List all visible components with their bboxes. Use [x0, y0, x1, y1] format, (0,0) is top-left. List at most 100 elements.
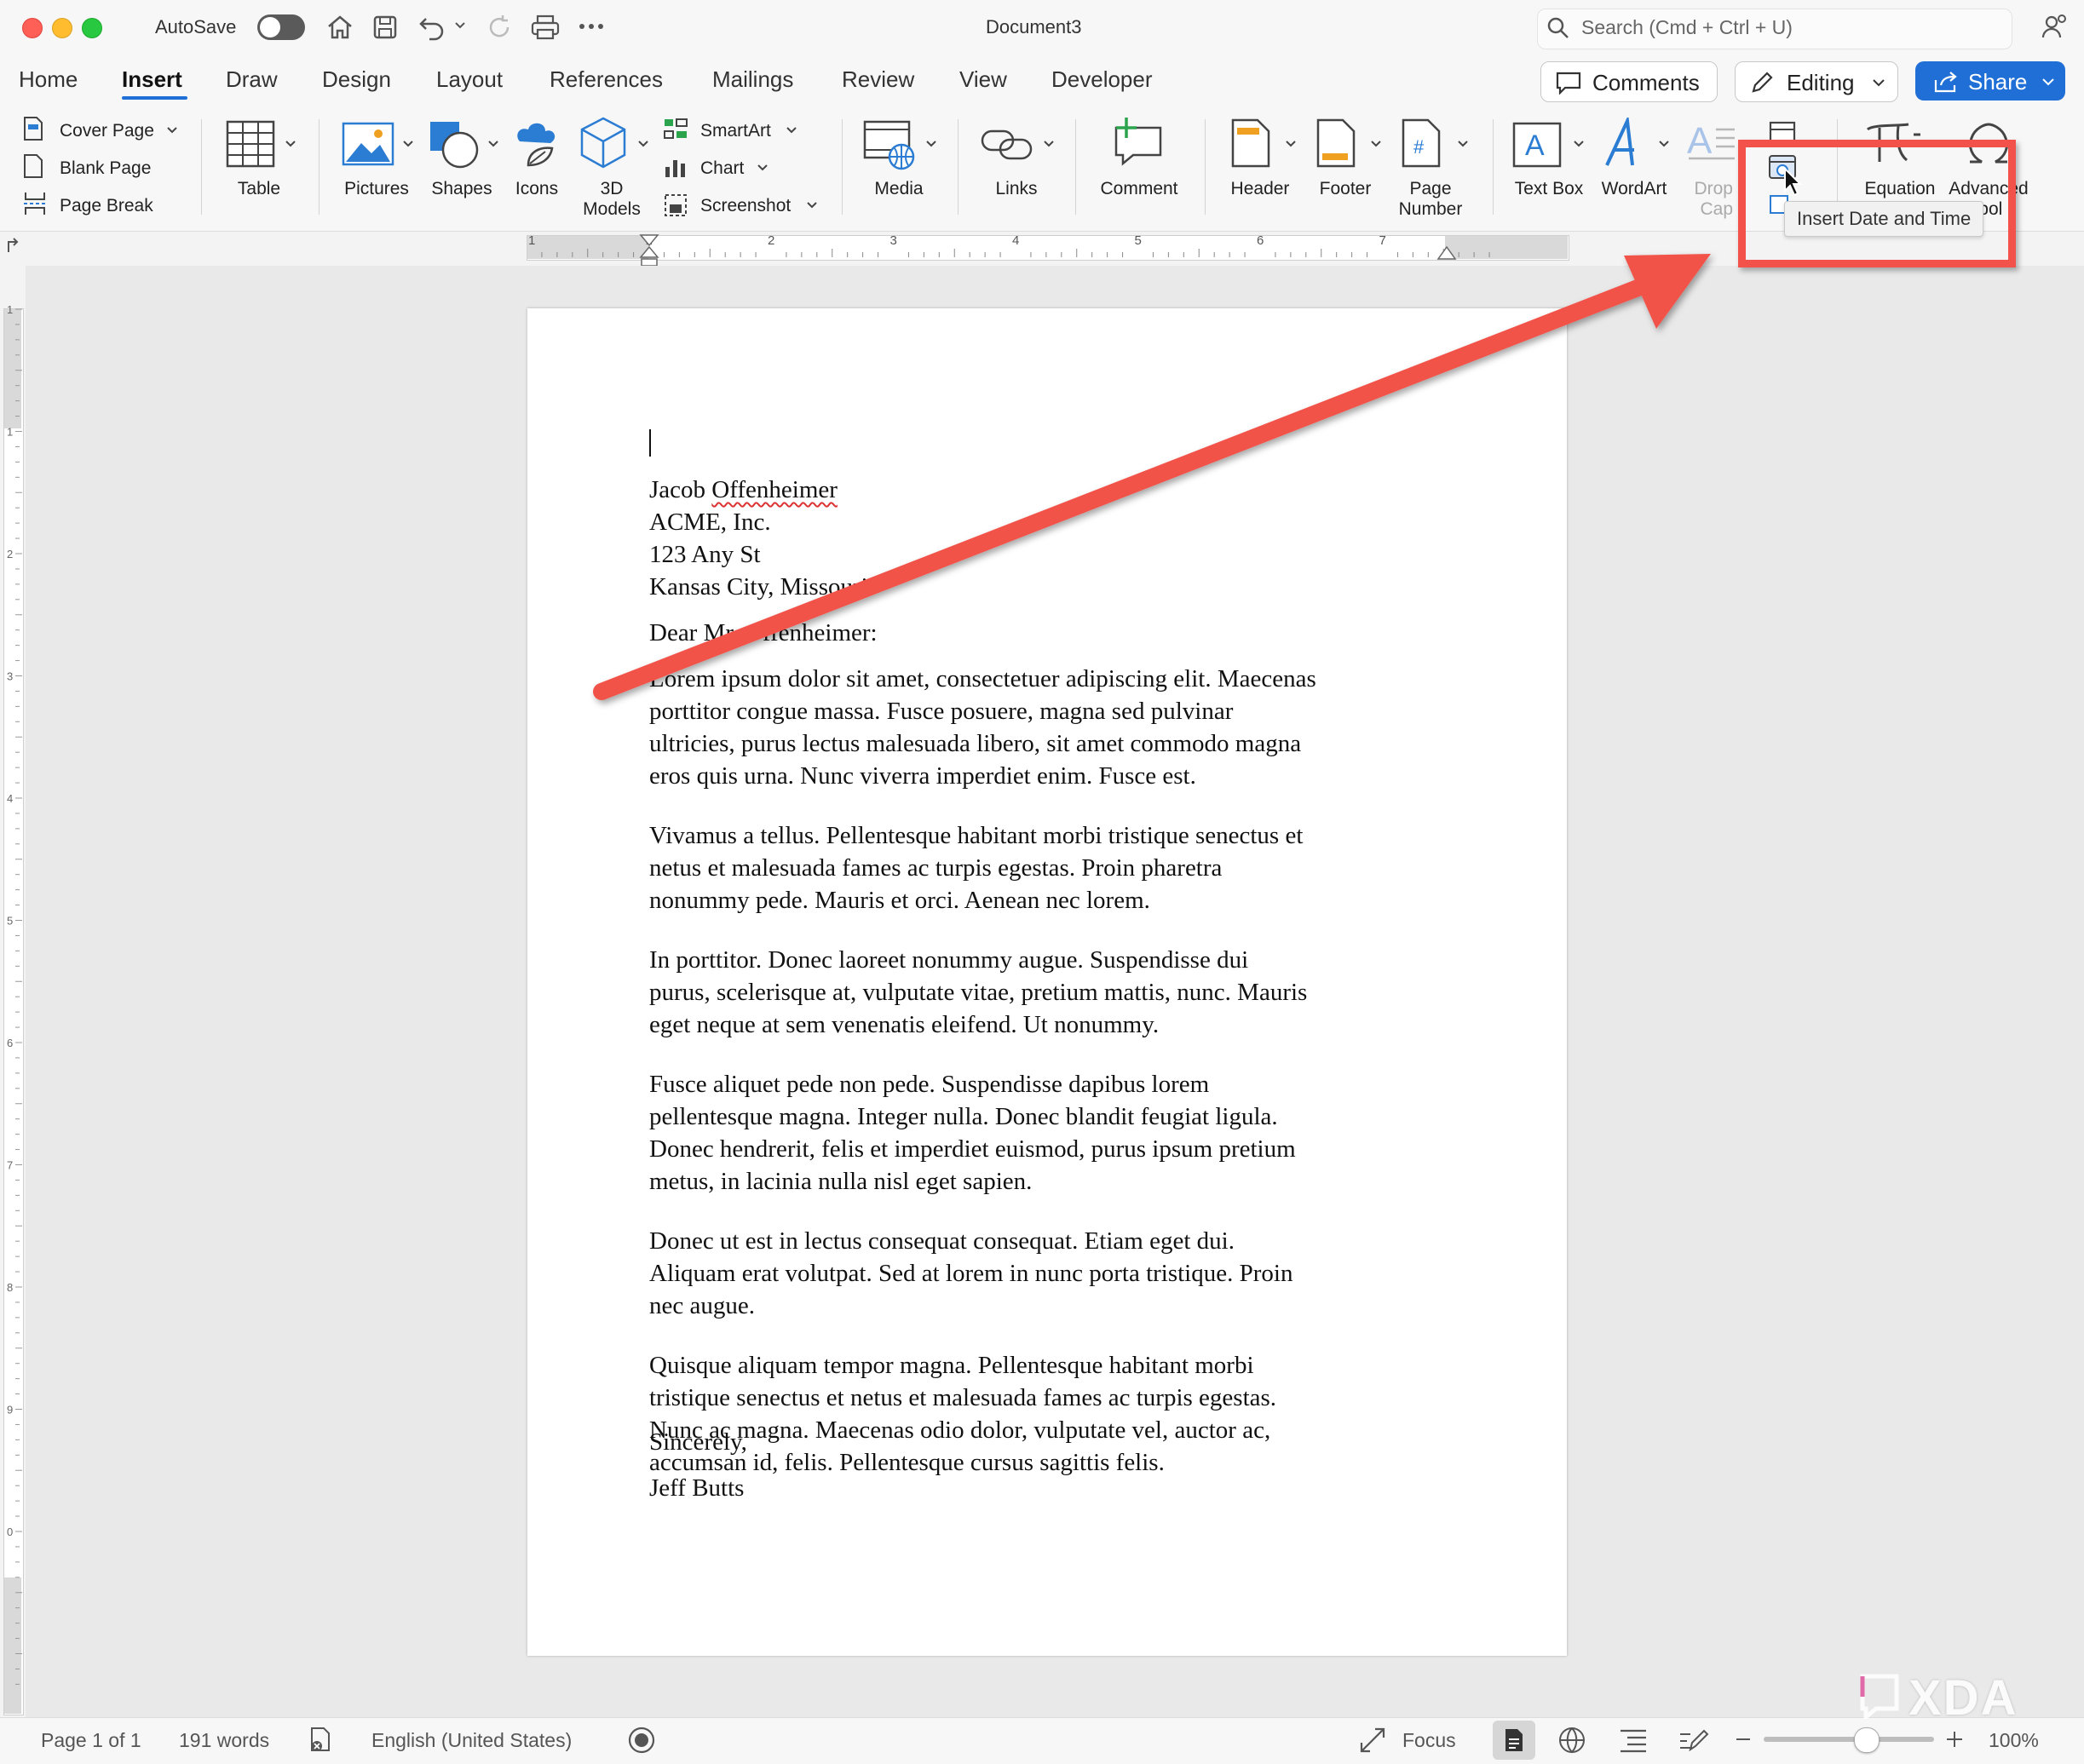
- page-number-dropdown-icon[interactable]: [1457, 140, 1469, 148]
- undo-icon[interactable]: [417, 12, 448, 41]
- misspelled-word[interactable]: Offenheimer: [711, 476, 838, 503]
- body-line[interactable]: Donec hendrerit, felis et imperdiet euis…: [649, 1133, 1296, 1165]
- smartart-dropdown-icon[interactable]: [786, 126, 797, 135]
- body-line[interactable]: Lorem ipsum dolor sit amet, consectetuer…: [649, 663, 1316, 695]
- media-icon[interactable]: [862, 119, 918, 172]
- chart-button[interactable]: Chart: [700, 158, 744, 179]
- proofing-icon[interactable]: [307, 1726, 334, 1753]
- home-icon[interactable]: [325, 14, 354, 41]
- address-line-city[interactable]: Kansas City, Missouri: [649, 571, 868, 603]
- cover-page-dropdown-icon[interactable]: [166, 126, 178, 135]
- table-icon[interactable]: [225, 119, 276, 169]
- zoom-in-button[interactable]: [1944, 1729, 1965, 1750]
- zoom-out-button[interactable]: [1736, 1738, 1750, 1740]
- body-line[interactable]: Aliquam erat volutpat. Sed at lorem in n…: [649, 1257, 1292, 1290]
- right-indent-marker-icon[interactable]: [1436, 245, 1457, 261]
- body-line[interactable]: purus, scelerisque at, vulputate vitae, …: [649, 976, 1307, 1008]
- new-comment-icon[interactable]: [1111, 116, 1166, 169]
- 3d-models-icon[interactable]: [579, 116, 627, 170]
- tab-developer[interactable]: Developer: [1051, 66, 1153, 93]
- autosave-toggle[interactable]: [257, 14, 305, 40]
- tab-mailings[interactable]: Mailings: [712, 66, 793, 93]
- word-count[interactable]: 191 words: [179, 1729, 269, 1752]
- address-line-company[interactable]: ACME, Inc.: [649, 506, 771, 538]
- outline-view-icon[interactable]: [1619, 1727, 1648, 1753]
- address-line-name[interactable]: Jacob Offenheimer: [649, 474, 838, 506]
- body-line[interactable]: Donec ut est in lectus consequat consequ…: [649, 1225, 1235, 1257]
- minimize-window-button[interactable]: [52, 18, 72, 38]
- language[interactable]: English (United States): [371, 1729, 572, 1752]
- table-dropdown-icon[interactable]: [285, 140, 296, 148]
- address-line-street[interactable]: 123 Any St: [649, 538, 761, 571]
- web-layout-icon[interactable]: [1557, 1726, 1586, 1755]
- footer-icon[interactable]: [1315, 118, 1356, 169]
- header-dropdown-icon[interactable]: [1285, 140, 1297, 148]
- links-dropdown-icon[interactable]: [1043, 140, 1055, 148]
- signature[interactable]: Jeff Butts: [649, 1472, 744, 1504]
- body-line[interactable]: netus et malesuada fames ac turpis egest…: [649, 852, 1222, 884]
- accessibility-icon[interactable]: [627, 1726, 656, 1755]
- body-line[interactable]: eget neque at sem venenatis eleifend. Ut…: [649, 1008, 1159, 1041]
- page-count[interactable]: Page 1 of 1: [41, 1729, 141, 1752]
- pictures-icon[interactable]: [341, 121, 395, 167]
- more-options-icon[interactable]: [578, 22, 605, 31]
- share-button[interactable]: Share: [1915, 61, 2065, 101]
- draft-view-icon[interactable]: [1678, 1726, 1709, 1755]
- print-layout-view-button[interactable]: [1493, 1721, 1535, 1760]
- body-line[interactable]: Fusce aliquet pede non pede. Suspendisse…: [649, 1068, 1209, 1100]
- comments-button[interactable]: Comments: [1540, 61, 1718, 102]
- screenshot-button[interactable]: Screenshot: [700, 196, 791, 216]
- indent-marker-icon[interactable]: [639, 233, 659, 267]
- body-line[interactable]: tristique senectus et netus et malesuada…: [649, 1382, 1276, 1414]
- shapes-icon[interactable]: [428, 119, 482, 170]
- close-window-button[interactable]: [22, 18, 43, 38]
- zoom-slider-thumb[interactable]: [1854, 1727, 1880, 1753]
- screenshot-dropdown-icon[interactable]: [806, 201, 818, 210]
- redo-icon[interactable]: [486, 14, 513, 41]
- tab-insert[interactable]: Insert: [122, 66, 182, 93]
- media-dropdown-icon[interactable]: [925, 140, 937, 148]
- tab-draw[interactable]: Draw: [226, 66, 278, 93]
- closing[interactable]: Sincerely,: [649, 1426, 747, 1458]
- 3d-models-dropdown-icon[interactable]: [637, 140, 649, 148]
- body-line[interactable]: nec augue.: [649, 1290, 755, 1322]
- text-box-dropdown-icon[interactable]: [1573, 140, 1585, 148]
- page-break-button[interactable]: Page Break: [60, 196, 153, 216]
- tab-review[interactable]: Review: [842, 66, 914, 93]
- tab-view[interactable]: View: [959, 66, 1007, 93]
- save-icon[interactable]: [371, 14, 399, 41]
- blank-page-button[interactable]: Blank Page: [60, 158, 151, 179]
- body-line[interactable]: eros quis urna. Nunc viverra imperdiet e…: [649, 760, 1196, 792]
- body-line[interactable]: nonummy pede. Mauris et orci. Aenean nec…: [649, 884, 1150, 916]
- body-line[interactable]: Quisque aliquam tempor magna. Pellentesq…: [649, 1349, 1254, 1382]
- zoom-percentage[interactable]: 100%: [1989, 1729, 2039, 1752]
- icons-icon[interactable]: [511, 118, 564, 170]
- print-icon[interactable]: [530, 14, 561, 41]
- undo-dropdown-icon[interactable]: [454, 20, 466, 31]
- text-box-icon[interactable]: A: [1511, 121, 1563, 169]
- pictures-dropdown-icon[interactable]: [402, 140, 414, 148]
- tab-layout[interactable]: Layout: [436, 66, 503, 93]
- body-line[interactable]: Vivamus a tellus. Pellentesque habitant …: [649, 819, 1303, 852]
- account-icon[interactable]: [2040, 12, 2069, 41]
- body-line[interactable]: ultricies, purus lectus malesuada libero…: [649, 727, 1301, 760]
- vertical-ruler[interactable]: 1 1 2 3 4 5 6 7 8 9 0: [0, 266, 26, 1717]
- cover-page-button[interactable]: Cover Page: [60, 121, 154, 141]
- wordart-dropdown-icon[interactable]: [1658, 140, 1670, 148]
- wordart-icon[interactable]: [1602, 118, 1649, 170]
- body-line[interactable]: porttitor congue massa. Fusce posuere, m…: [649, 695, 1233, 727]
- body-line[interactable]: In porttitor. Donec laoreet nonummy augu…: [649, 944, 1248, 976]
- shapes-dropdown-icon[interactable]: [487, 140, 499, 148]
- tab-stop-selector-icon[interactable]: [3, 237, 22, 256]
- tab-home[interactable]: Home: [19, 66, 78, 93]
- header-icon[interactable]: [1230, 118, 1271, 169]
- chart-dropdown-icon[interactable]: [757, 164, 769, 172]
- zoom-slider-track[interactable]: [1764, 1737, 1934, 1742]
- footer-dropdown-icon[interactable]: [1370, 140, 1382, 148]
- links-icon[interactable]: [980, 126, 1034, 164]
- zoom-window-button[interactable]: [82, 18, 102, 38]
- body-line[interactable]: metus, in lacinia nulla nisl eget sapien…: [649, 1165, 1032, 1198]
- body-line[interactable]: pellentesque magna. Integer nulla. Donec…: [649, 1100, 1278, 1133]
- editing-mode-button[interactable]: Editing: [1735, 61, 1898, 102]
- page-number-icon[interactable]: #: [1401, 118, 1442, 169]
